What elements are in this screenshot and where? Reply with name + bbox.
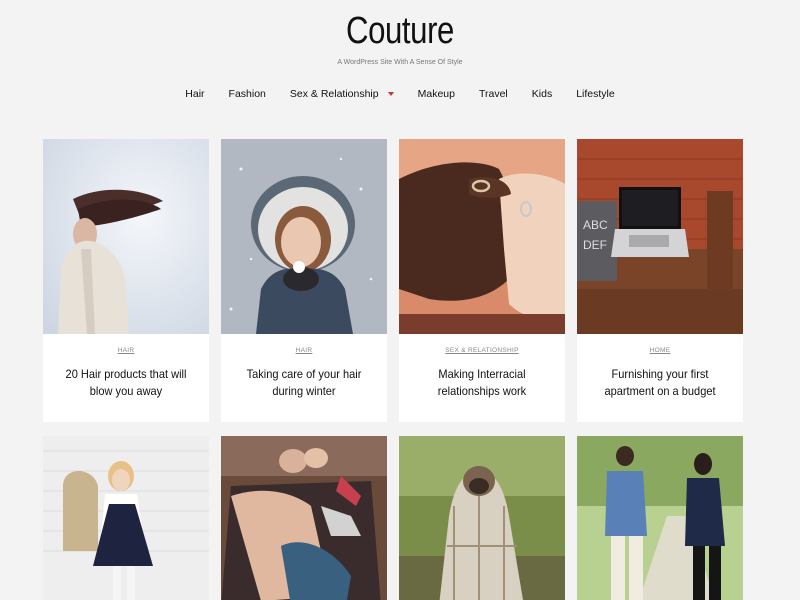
nav-item-label: Sex & Relationship — [289, 88, 379, 100]
post-title[interactable]: Furnishing your first apartment on a bud… — [595, 366, 726, 400]
nav-item-label: Travel — [478, 88, 508, 100]
post-thumbnail[interactable] — [399, 436, 565, 600]
post-title[interactable]: 20 Hair products that will blow you away — [61, 366, 192, 400]
post-card[interactable] — [43, 436, 209, 600]
post-category[interactable]: HAIR — [43, 347, 209, 354]
svg-text:ABC: ABC — [583, 218, 608, 232]
post-thumbnail[interactable] — [399, 139, 565, 334]
chevron-down-icon[interactable] — [387, 92, 394, 96]
post-thumbnail[interactable] — [577, 436, 743, 600]
post-card[interactable]: HAIR Taking care of your hair during win… — [221, 139, 387, 422]
nav-item-label: Kids — [531, 88, 553, 100]
nav-item-travel[interactable]: Travel — [467, 88, 520, 100]
post-card[interactable]: ABC DEF HOME Furnishing your first apart… — [577, 139, 743, 422]
post-title[interactable]: Taking care of your hair during winter — [239, 366, 370, 400]
post-category[interactable]: HAIR — [221, 347, 387, 354]
nav-item-label: Hair — [185, 88, 205, 100]
post-thumbnail[interactable] — [221, 139, 387, 334]
post-thumbnail[interactable] — [43, 436, 209, 600]
post-card[interactable]: SEX & RELATIONSHIP Making Interracial re… — [399, 139, 565, 422]
nav-item-lifestyle[interactable]: Lifestyle — [564, 88, 627, 100]
post-card[interactable]: HAIR 20 Hair products that will blow you… — [43, 139, 209, 422]
post-thumbnail[interactable] — [221, 436, 387, 600]
main-nav: Hair Fashion Sex & Relationship Makeup T… — [0, 88, 800, 100]
nav-item-makeup[interactable]: Makeup — [406, 88, 467, 100]
post-card[interactable] — [221, 436, 387, 600]
nav-item-kids[interactable]: Kids — [520, 88, 564, 100]
post-card[interactable] — [577, 436, 743, 600]
nav-item-fashion[interactable]: Fashion — [217, 88, 278, 100]
post-title[interactable]: Making Interracial relationships work — [417, 366, 548, 400]
site-description: A WordPress Site With A Sense Of Style — [337, 59, 463, 66]
post-category[interactable]: SEX & RELATIONSHIP — [399, 347, 565, 354]
nav-item-label: Lifestyle — [576, 88, 615, 100]
nav-item-label: Makeup — [417, 88, 455, 100]
post-card[interactable] — [399, 436, 565, 600]
nav-item-sex-relationship[interactable]: Sex & Relationship — [278, 88, 406, 100]
svg-text:DEF: DEF — [583, 238, 607, 252]
site-title[interactable]: Couture — [72, 10, 728, 53]
post-thumbnail[interactable] — [43, 139, 209, 334]
nav-item-label: Fashion — [228, 88, 266, 100]
post-category[interactable]: HOME — [577, 347, 743, 354]
post-thumbnail[interactable]: ABC DEF — [577, 139, 743, 334]
nav-item-hair[interactable]: Hair — [173, 88, 216, 100]
